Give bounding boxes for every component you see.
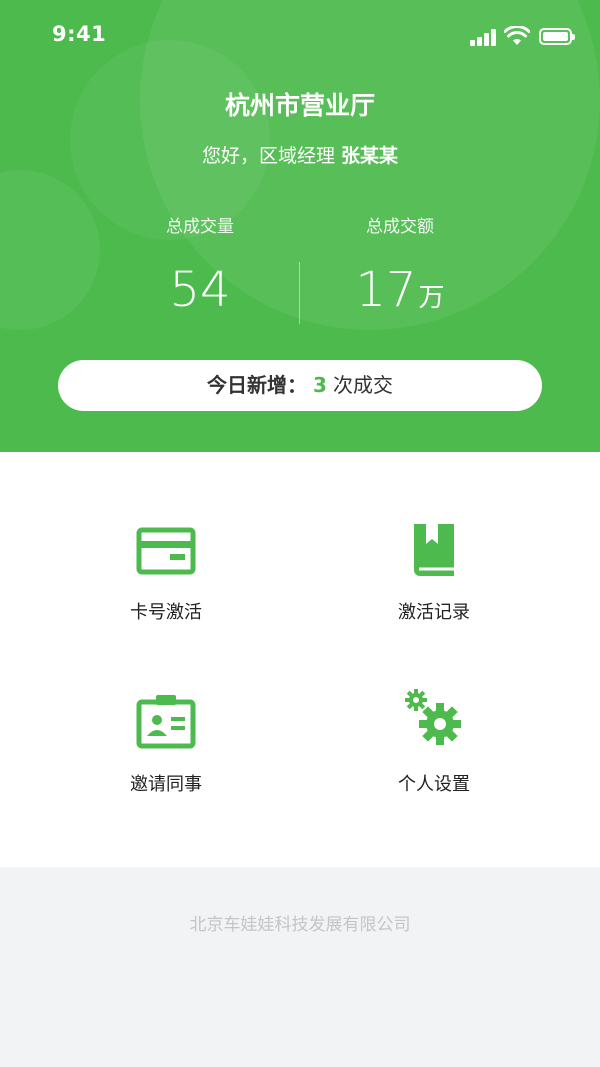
menu-label-activation-records: 激活记录 [398, 602, 470, 623]
cellular-signal-icon [470, 28, 498, 46]
manager-name: 张某某 [341, 145, 399, 167]
badge-icon [136, 695, 196, 749]
gear-icon [405, 689, 461, 745]
today-count: 3 [313, 373, 327, 397]
today-new-pill: 今日新增： 3 次成交 [58, 360, 542, 411]
amount-label: 总成交额 [366, 217, 434, 237]
amount-value: 17万 [250, 260, 550, 328]
status-bar: 9:41 [0, 0, 600, 72]
battery-icon [539, 28, 575, 45]
status-time: 9:41 [52, 22, 107, 46]
menu-item-personal-settings[interactable]: 个人设置 [284, 684, 584, 844]
menu-item-card-activation[interactable]: 卡号激活 [16, 512, 316, 672]
wifi-icon [504, 26, 530, 45]
menu-label-invite-colleagues: 邀请同事 [130, 774, 202, 795]
header-banner: 9:41 杭州市营业厅 您好，区域经理 张某某 总成交量 54 总成交额 17万… [0, 0, 600, 452]
menu-label-card-activation: 卡号激活 [130, 602, 202, 623]
function-menu: 卡号激活 激活记录 邀请同事 个人设置 [0, 452, 600, 867]
card-icon [136, 527, 196, 575]
greeting-text: 您好，区域经理 [201, 145, 335, 167]
menu-label-personal-settings: 个人设置 [398, 774, 470, 795]
today-label: 今日新增： [207, 373, 308, 397]
amount-unit: 万 [418, 283, 445, 313]
book-icon [414, 524, 454, 576]
today-suffix: 次成交 [332, 373, 393, 397]
menu-item-invite-colleagues[interactable]: 邀请同事 [16, 684, 316, 844]
office-title: 杭州市营业厅 [224, 91, 375, 120]
footer-company: 北京车娃娃科技发展有限公司 [189, 915, 411, 935]
amount-number: 17 [355, 262, 417, 318]
menu-item-activation-records[interactable]: 激活记录 [284, 512, 584, 672]
greeting: 您好，区域经理 张某某 [0, 141, 600, 168]
